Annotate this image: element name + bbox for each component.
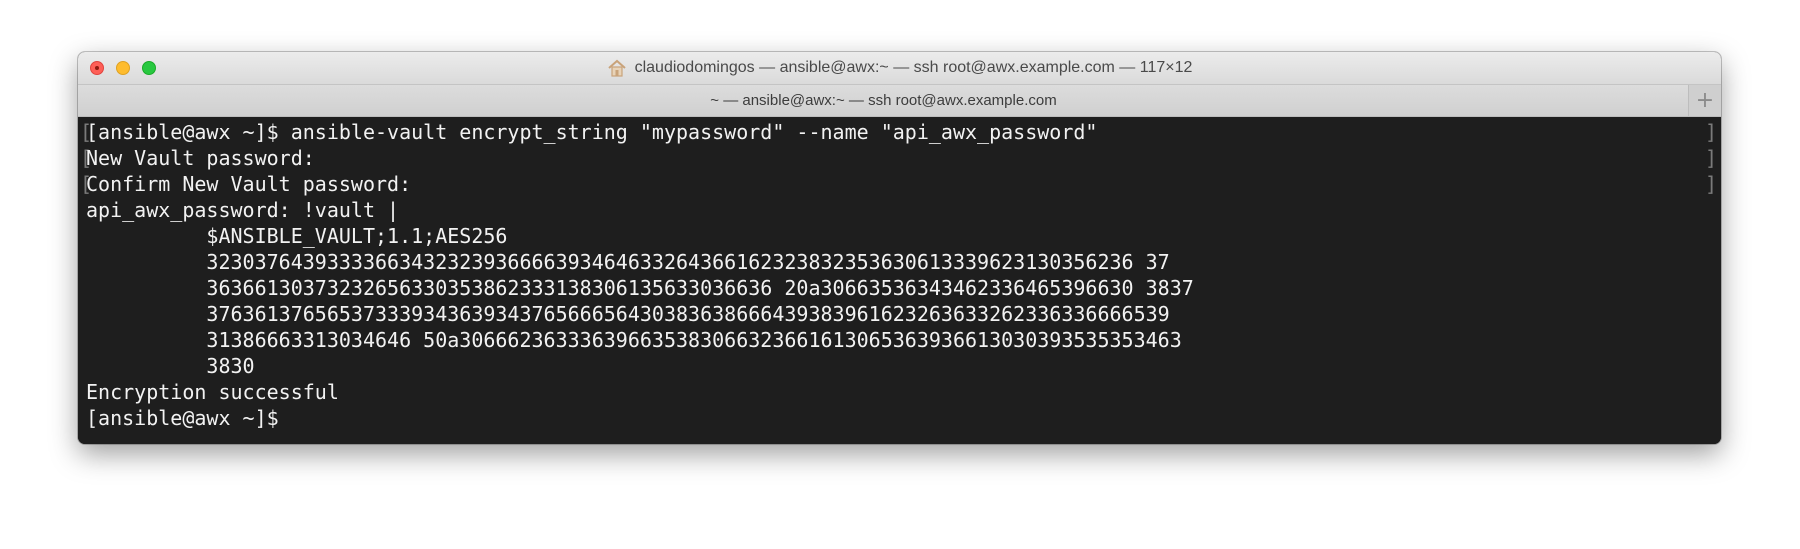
terminal-cursor (279, 409, 290, 431)
terminal-line-confirm-prompt: Confirm New Vault password: (86, 172, 412, 196)
terminal-content[interactable]: [ [ [ ] ] ] [ansible@awx ~]$ ansible-vau… (78, 117, 1721, 444)
new-tab-button[interactable]: + (1688, 85, 1721, 116)
terminal-line-ciphertext: 31386663313034646 50a3066623633363966353… (86, 328, 1182, 352)
terminal-line-output-key: api_awx_password: !vault | (86, 198, 400, 222)
tab-active[interactable]: ~ — ansible@awx:~ — ssh root@awx.example… (78, 85, 1689, 116)
terminal-line-status: Encryption successful (86, 380, 339, 404)
prompt-text: [ansible@awx ~]$ (86, 406, 279, 430)
line-marker-right: ] (1704, 120, 1717, 144)
terminal-window: claudiodomingos — ansible@awx:~ — ssh ro… (78, 52, 1721, 444)
line-marker-right: ] (1704, 172, 1717, 196)
window-title: claudiodomingos — ansible@awx:~ — ssh ro… (634, 59, 1193, 76)
terminal-line-ciphertext: 3230376439333366343232393666639346463326… (86, 250, 1170, 274)
terminal-line-prompt: [ansible@awx ~]$ (86, 405, 290, 431)
line-marker-right: ] (1704, 146, 1717, 170)
terminal-line-ciphertext: 3763613765653733393436393437656665643038… (86, 302, 1170, 326)
tab-bar: ~ — ansible@awx:~ — ssh root@awx.example… (78, 85, 1721, 117)
tab-label: ~ — ansible@awx:~ — ssh root@awx.example… (710, 92, 1057, 109)
terminal-line-vault-prompt: New Vault password: (86, 146, 315, 170)
plus-icon: + (1695, 88, 1715, 113)
home-folder-icon (607, 59, 627, 77)
terminal-line-ciphertext: 3830 (86, 354, 255, 378)
terminal-line-command: [ansible@awx ~]$ ansible-vault encrypt_s… (86, 120, 1098, 144)
terminal-line-ciphertext: 3636613037323265633035386233313830613563… (86, 276, 1194, 300)
window-title-container: claudiodomingos — ansible@awx:~ — ssh ro… (78, 52, 1721, 84)
title-bar[interactable]: claudiodomingos — ansible@awx:~ — ssh ro… (78, 52, 1721, 85)
terminal-line-vault-header: $ANSIBLE_VAULT;1.1;AES256 (86, 224, 508, 248)
